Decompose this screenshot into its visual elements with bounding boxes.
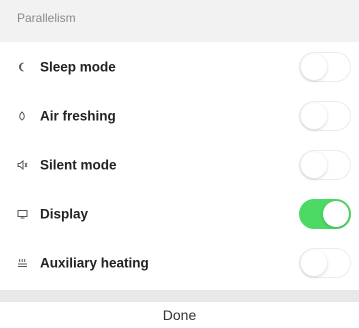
section-header: Parallelism xyxy=(0,0,359,42)
sleep-mode-toggle[interactable] xyxy=(299,51,351,82)
setting-row-auxiliary-heating: Auxiliary heating xyxy=(0,238,359,287)
moon-icon xyxy=(16,61,28,73)
display-icon xyxy=(16,208,28,220)
air-freshing-toggle[interactable] xyxy=(299,100,351,131)
toggle-knob xyxy=(323,200,349,227)
setting-row-sleep-mode: Sleep mode xyxy=(0,42,359,91)
silent-mode-toggle[interactable] xyxy=(299,149,351,180)
setting-label: Air freshing xyxy=(40,108,116,123)
speaker-icon xyxy=(16,159,28,171)
setting-row-air-freshing: Air freshing xyxy=(0,91,359,140)
setting-row-display: Display xyxy=(0,189,359,238)
divider xyxy=(0,290,359,302)
toggle-knob xyxy=(301,249,327,276)
setting-row-silent-mode: Silent mode xyxy=(0,140,359,189)
auxiliary-heating-toggle[interactable] xyxy=(299,247,351,278)
setting-label: Silent mode xyxy=(40,157,117,172)
section-title: Parallelism xyxy=(17,11,76,25)
heating-icon xyxy=(16,257,28,269)
toggle-knob xyxy=(301,102,327,129)
settings-list: Sleep mode Air freshing Silent mode Disp… xyxy=(0,42,359,290)
display-toggle[interactable] xyxy=(299,198,351,229)
setting-label: Auxiliary heating xyxy=(40,255,149,270)
setting-label: Sleep mode xyxy=(40,59,116,74)
toggle-knob xyxy=(301,151,327,178)
setting-label: Display xyxy=(40,206,89,221)
toggle-knob xyxy=(301,53,327,80)
done-button[interactable]: Done xyxy=(0,302,359,328)
air-icon xyxy=(16,110,28,122)
